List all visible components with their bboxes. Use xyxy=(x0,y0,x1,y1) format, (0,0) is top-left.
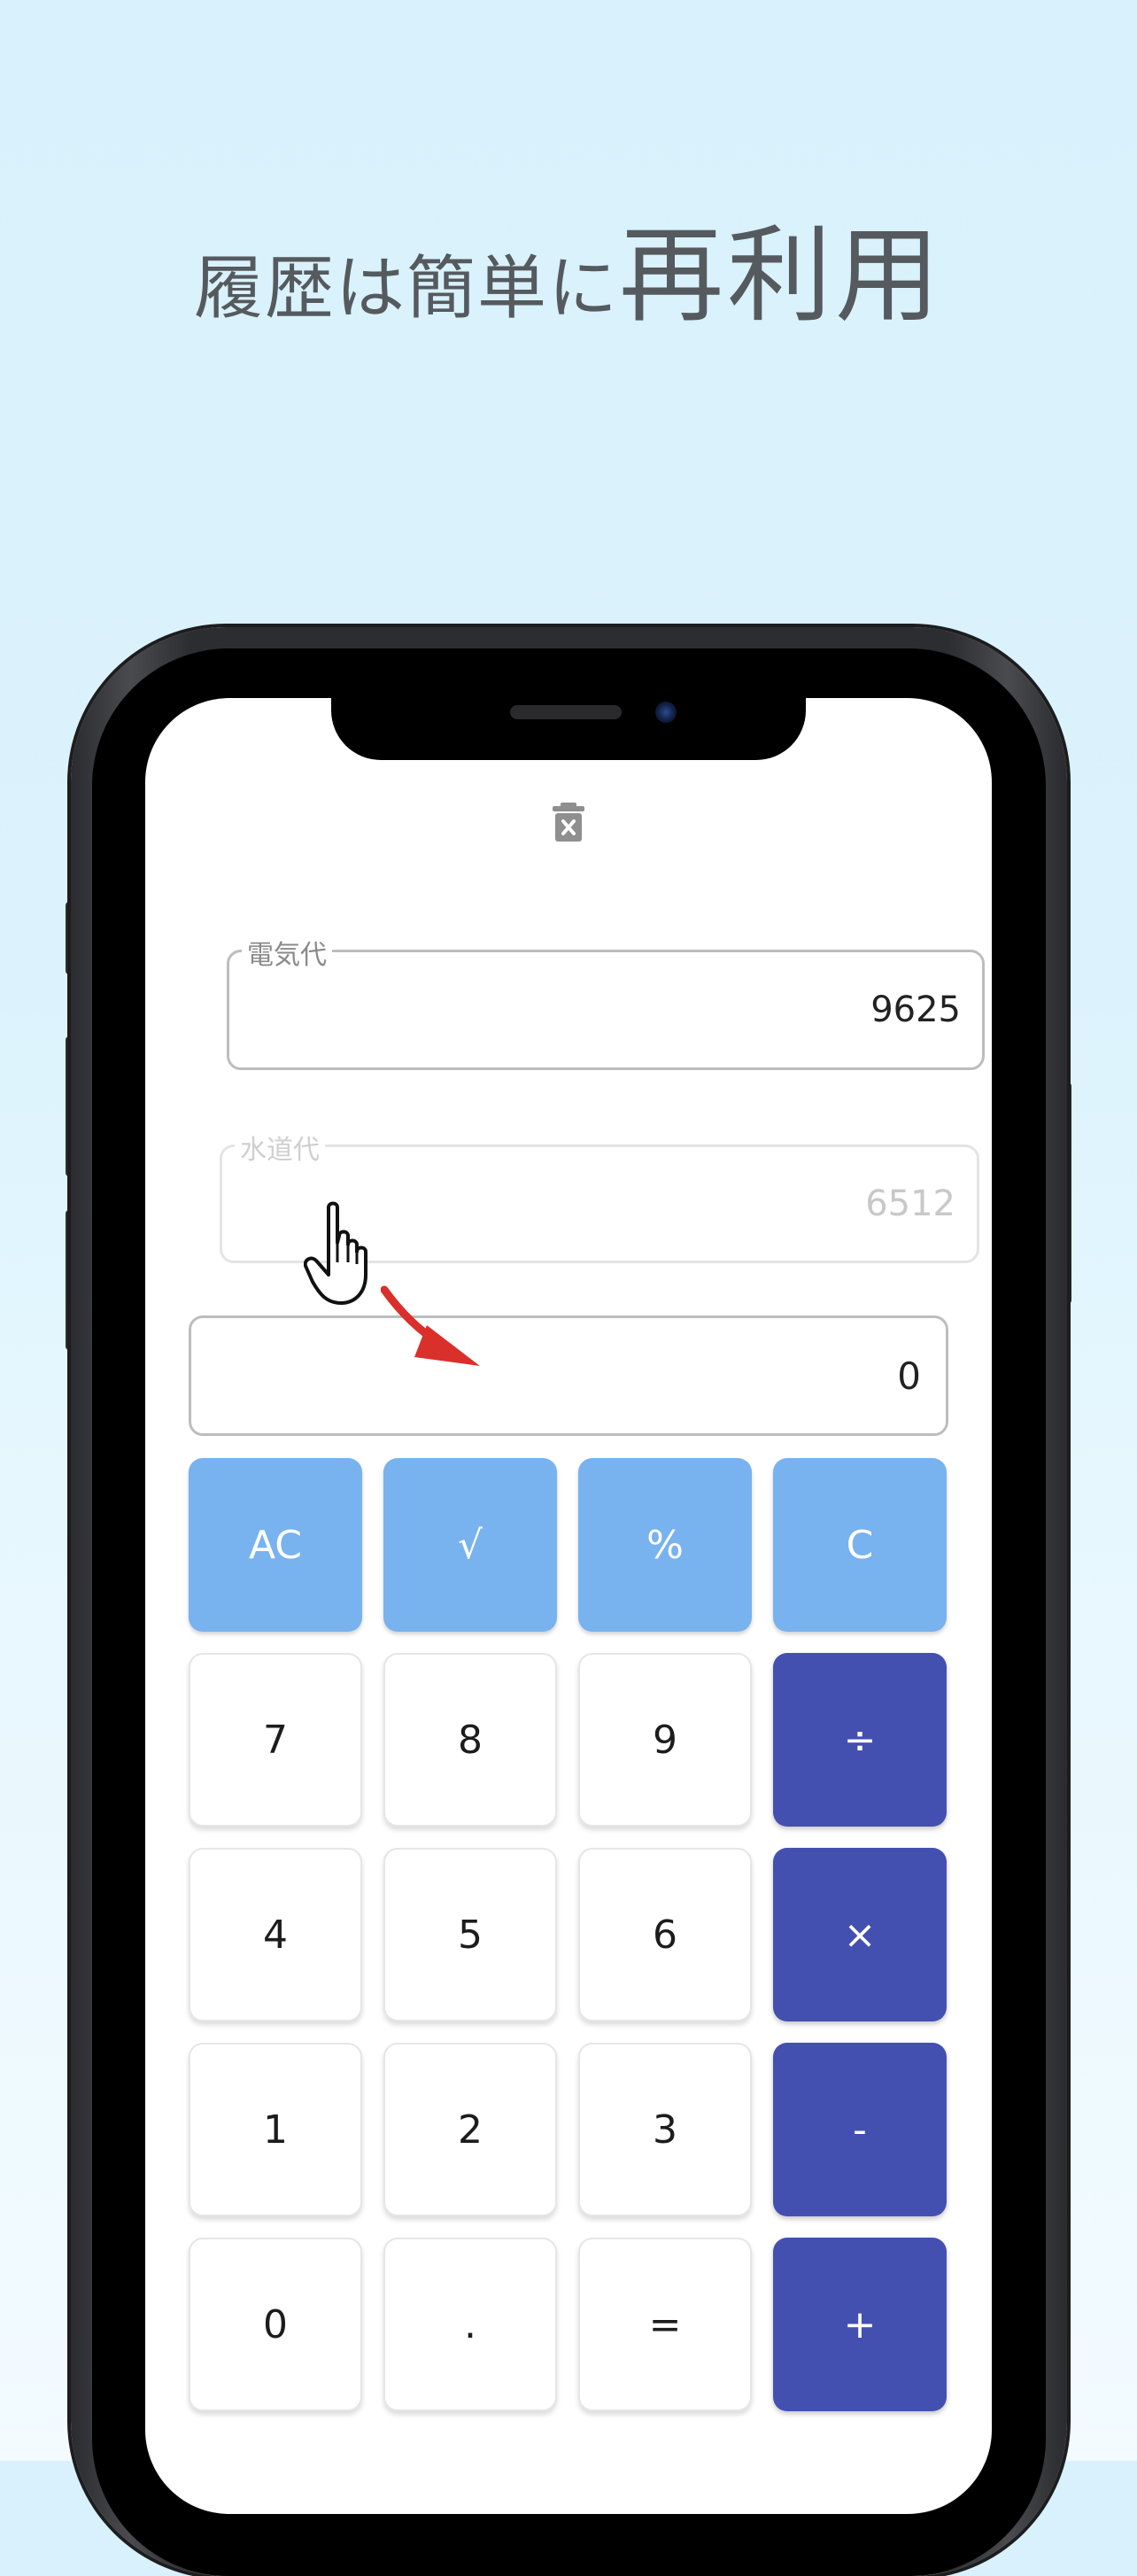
digit-7-button[interactable]: 7 xyxy=(189,1653,362,1827)
equals-button[interactable]: = xyxy=(578,2238,752,2411)
all-clear-button[interactable]: AC xyxy=(189,1458,362,1632)
phone-notch xyxy=(331,698,806,760)
history-field-value: 6512 xyxy=(865,1183,955,1224)
history-field-value: 9625 xyxy=(870,989,961,1030)
digit-5-button[interactable]: 5 xyxy=(383,1848,557,2021)
keypad: AC √ % C 7 8 9 ÷ 4 5 6 × 1 2 3 - 0 . = + xyxy=(189,1458,948,2411)
pointing-hand-icon xyxy=(304,1201,367,1305)
app-screen: 電気代 9625 水道代 6512 0 AC √ % C 7 8 9 ÷ 4 5… xyxy=(145,698,992,2514)
divide-button[interactable]: ÷ xyxy=(773,1653,947,1827)
digit-9-button[interactable]: 9 xyxy=(578,1653,752,1827)
square-root-button[interactable]: √ xyxy=(383,1458,557,1632)
headline: 履歴は簡単に再利用 xyxy=(0,190,1137,342)
earpiece-speaker xyxy=(510,705,622,719)
red-arrow-icon xyxy=(381,1285,480,1366)
history-field-electricity[interactable]: 電気代 9625 xyxy=(227,933,985,1070)
display-value: 0 xyxy=(897,1354,921,1398)
decimal-point-button[interactable]: . xyxy=(383,2238,557,2411)
digit-6-button[interactable]: 6 xyxy=(578,1848,752,2021)
subtract-button[interactable]: - xyxy=(773,2043,947,2216)
digit-8-button[interactable]: 8 xyxy=(383,1653,557,1827)
multiply-button[interactable]: × xyxy=(773,1848,947,2021)
digit-1-button[interactable]: 1 xyxy=(189,2043,362,2216)
history-field-label: 電気代 xyxy=(242,933,332,972)
digit-2-button[interactable]: 2 xyxy=(383,2043,557,2216)
digit-4-button[interactable]: 4 xyxy=(189,1848,362,2021)
headline-prefix: 履歴は簡単に xyxy=(193,249,619,329)
calculator-display[interactable]: 0 xyxy=(189,1315,948,1436)
digit-0-button[interactable]: 0 xyxy=(189,2238,362,2411)
history-field-label: 水道代 xyxy=(235,1128,325,1167)
front-camera xyxy=(655,702,677,723)
trash-x-icon[interactable] xyxy=(553,803,584,842)
headline-emphasis: 再利用 xyxy=(619,214,944,337)
add-button[interactable]: + xyxy=(773,2238,947,2411)
clear-button[interactable]: C xyxy=(773,1458,947,1632)
digit-3-button[interactable]: 3 xyxy=(578,2043,752,2216)
percent-button[interactable]: % xyxy=(578,1458,752,1632)
